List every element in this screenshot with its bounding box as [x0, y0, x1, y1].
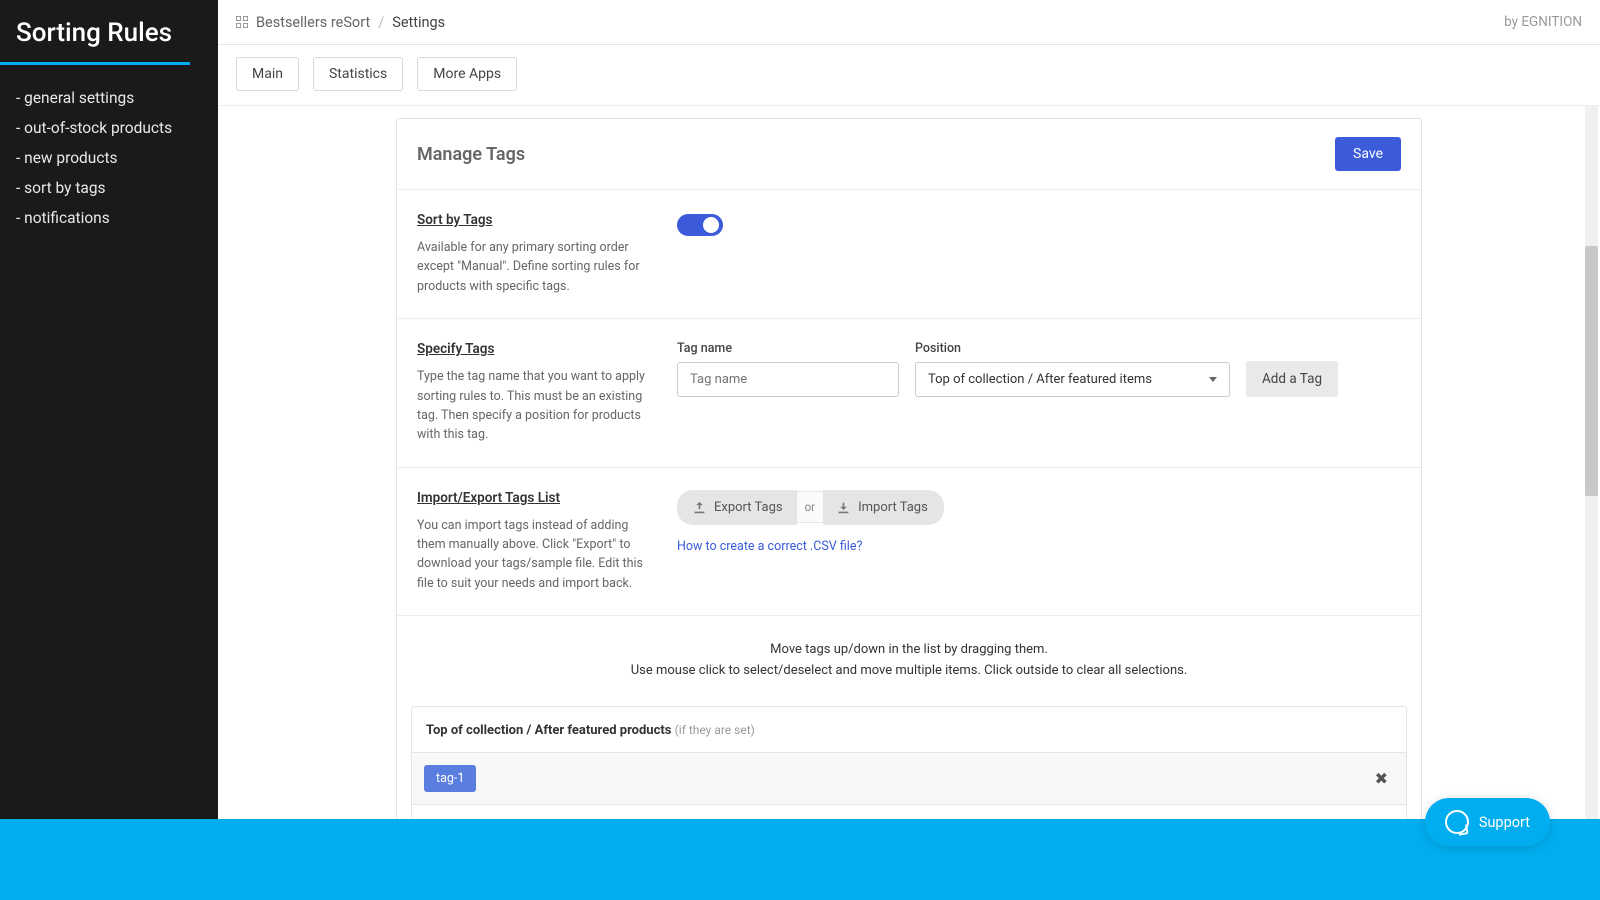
position-label: Position [915, 341, 1230, 356]
upload-icon [693, 501, 706, 514]
reorder-hint-2: Use mouse click to select/deselect and m… [407, 661, 1411, 682]
sidebar-title: Sorting Rules [0, 0, 218, 62]
csv-help-link[interactable]: How to create a correct .CSV file? [677, 539, 1401, 554]
sidebar-item-general[interactable]: - general settings [16, 83, 202, 113]
sidebar-item-out-of-stock[interactable]: - out-of-stock products [16, 113, 202, 143]
zone-top-subtitle: (if they are set) [675, 723, 755, 737]
specify-tags-heading: Specify Tags [417, 341, 653, 357]
reorder-hint-1: Move tags up/down in the list by draggin… [407, 640, 1411, 661]
support-label: Support [1479, 814, 1530, 831]
import-export-desc: You can import tags instead of adding th… [417, 516, 653, 594]
tab-more-apps[interactable]: More Apps [417, 57, 517, 91]
chat-icon [1445, 810, 1469, 834]
scrollbar[interactable] [1585, 106, 1598, 819]
import-export-group: Export Tags or Import Tags [677, 490, 1401, 525]
sort-by-tags-heading: Sort by Tags [417, 212, 653, 228]
close-icon[interactable]: ✖ [1369, 769, 1394, 788]
zone-before-oos-heading: Before out of stock products [412, 804, 1406, 819]
import-export-heading: Import/Export Tags List [417, 490, 653, 506]
tag-chip[interactable]: tag-1 [424, 765, 476, 792]
import-tags-label: Import Tags [858, 500, 928, 515]
export-tags-button[interactable]: Export Tags [677, 490, 797, 525]
breadcrumb-current: Settings [392, 14, 445, 31]
zone-top-body[interactable]: tag-1 ✖ [412, 752, 1406, 804]
topbar: Bestsellers reSort / Settings by EGNITIO… [218, 0, 1600, 45]
position-select[interactable]: Top of collection / After featured items [915, 362, 1230, 397]
position-value: Top of collection / After featured items [928, 372, 1152, 387]
zone-top-title: Top of collection / After featured produ… [426, 723, 675, 738]
support-button[interactable]: Support [1425, 798, 1550, 846]
sidebar-item-sort-by-tags[interactable]: - sort by tags [16, 173, 202, 203]
vendor-byline: by EGNITION [1504, 14, 1582, 30]
chevron-down-icon [1209, 377, 1217, 382]
specify-tags-desc: Type the tag name that you want to apply… [417, 367, 653, 445]
sidebar-underline [0, 62, 190, 65]
main-area: Bestsellers reSort / Settings by EGNITIO… [218, 0, 1600, 819]
download-icon [837, 501, 850, 514]
sidebar-item-new-products[interactable]: - new products [16, 143, 202, 173]
reorder-instructions: Move tags up/down in the list by draggin… [397, 616, 1421, 692]
tab-main[interactable]: Main [236, 57, 299, 91]
tag-name-input[interactable] [677, 362, 899, 397]
breadcrumb-app-link[interactable]: Bestsellers reSort [256, 14, 370, 31]
sort-by-tags-toggle[interactable] [677, 214, 723, 236]
scrollbar-thumb[interactable] [1585, 246, 1598, 496]
tabbar: Main Statistics More Apps [218, 45, 1600, 106]
or-separator: or [797, 491, 823, 523]
sort-by-tags-desc: Available for any primary sorting order … [417, 238, 653, 296]
export-tags-label: Export Tags [714, 500, 783, 515]
manage-tags-panel: Manage Tags Save Sort by Tags Available … [396, 118, 1422, 819]
tag-zones: Top of collection / After featured produ… [411, 706, 1407, 819]
sidebar-item-notifications[interactable]: - notifications [16, 203, 202, 233]
panel-title: Manage Tags [417, 144, 525, 165]
zone-top-heading: Top of collection / After featured produ… [412, 707, 1406, 752]
import-tags-button[interactable]: Import Tags [823, 490, 944, 525]
toggle-knob [703, 217, 719, 233]
tab-statistics[interactable]: Statistics [313, 57, 403, 91]
save-button[interactable]: Save [1335, 137, 1401, 171]
breadcrumb: Bestsellers reSort / Settings [236, 14, 445, 31]
content-scroll[interactable]: Manage Tags Save Sort by Tags Available … [218, 106, 1600, 819]
sidebar: Sorting Rules - general settings - out-o… [0, 0, 218, 819]
apps-icon [236, 16, 248, 28]
tag-name-label: Tag name [677, 341, 899, 356]
add-tag-button[interactable]: Add a Tag [1246, 361, 1338, 397]
breadcrumb-separator: / [378, 14, 384, 31]
